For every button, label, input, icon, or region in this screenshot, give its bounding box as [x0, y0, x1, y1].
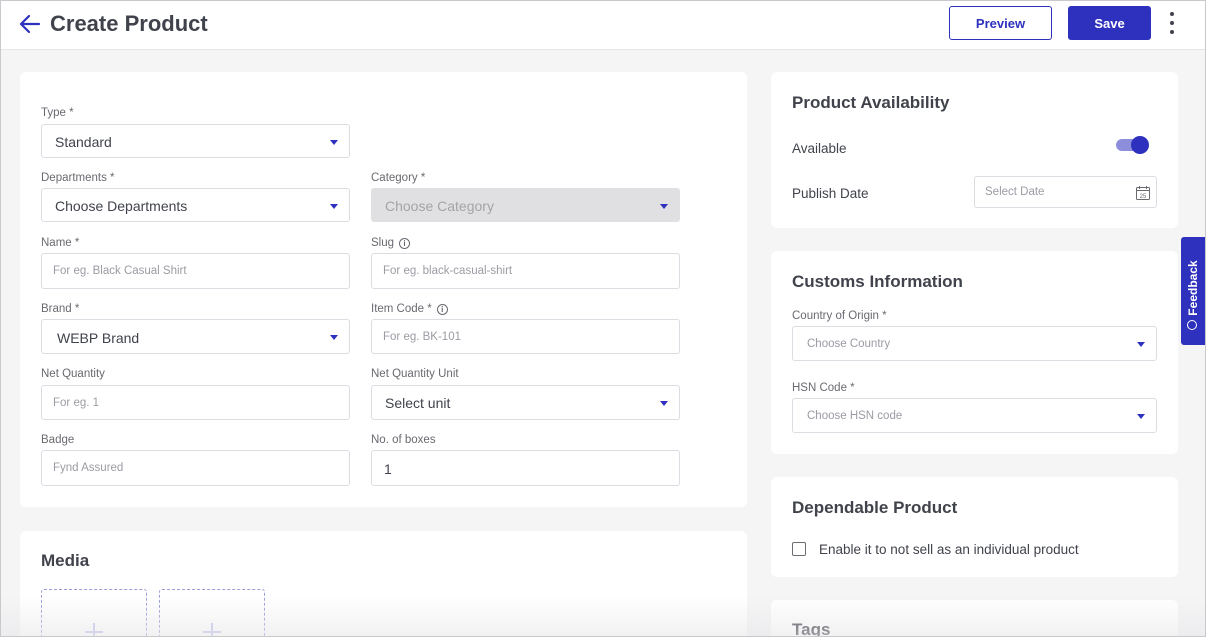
brand-select-value: WEBP Brand [57, 330, 140, 346]
publish-date-label: Publish Date [792, 186, 869, 201]
header-bar: Create Product Preview Save [1, 1, 1205, 50]
tags-card [771, 600, 1178, 636]
item-code-label-text: Item Code * [371, 303, 432, 315]
chevron-down-icon [330, 204, 338, 209]
media-upload-tile[interactable] [41, 589, 147, 636]
page-frame: Create Product Preview Save Type * Stand… [0, 0, 1206, 637]
more-options-icon[interactable] [1166, 12, 1178, 34]
brand-label: Brand * [41, 303, 80, 315]
customs-title: Customs Information [792, 272, 963, 291]
plus-icon [85, 623, 103, 636]
media-title: Media [41, 551, 90, 570]
slug-input[interactable]: For eg. black-casual-shirt [371, 253, 680, 289]
name-input[interactable]: For eg. Black Casual Shirt [41, 253, 350, 289]
chevron-down-icon [1137, 342, 1145, 347]
type-label: Type * [41, 107, 74, 119]
tags-title: Tags [792, 620, 831, 637]
departments-select[interactable]: Choose Departments [41, 188, 350, 222]
boxes-input[interactable]: 1 [371, 450, 680, 486]
feedback-tab[interactable]: Feedback [1181, 237, 1205, 345]
chevron-down-icon [330, 335, 338, 340]
badge-input-placeholder: Fynd Assured [53, 462, 124, 474]
plus-icon [203, 623, 221, 636]
badge-label: Badge [41, 434, 75, 446]
available-toggle[interactable] [1116, 136, 1149, 154]
item-code-input[interactable]: For eg. BK-101 [371, 319, 680, 354]
departments-select-value: Choose Departments [55, 198, 188, 214]
lightbulb-icon [1187, 320, 1197, 330]
category-select: Choose Category [371, 188, 680, 222]
net-quantity-unit-value: Select unit [385, 395, 451, 411]
boxes-input-value: 1 [384, 461, 392, 477]
chevron-down-icon [660, 401, 668, 406]
brand-select[interactable]: WEBP Brand [41, 319, 350, 354]
category-label: Category * [371, 172, 426, 184]
feedback-label: Feedback [1186, 260, 1200, 316]
publish-date-placeholder: Select Date [985, 186, 1045, 198]
back-arrow-icon[interactable] [17, 11, 43, 37]
badge-input[interactable]: Fynd Assured [41, 450, 350, 486]
available-label: Available [792, 141, 847, 156]
info-icon[interactable]: i [399, 238, 411, 249]
calendar-day: 25 [1140, 194, 1147, 200]
item-code-label: Item Code * i [371, 303, 448, 315]
country-placeholder: Choose Country [807, 338, 891, 350]
net-quantity-input-placeholder: For eg. 1 [53, 397, 100, 409]
calendar-icon[interactable]: 25 [1135, 185, 1151, 201]
country-label: Country of Origin * [792, 310, 887, 322]
country-select[interactable]: Choose Country [792, 326, 1157, 361]
page-title: Create Product [50, 11, 208, 36]
type-select-value: Standard [55, 134, 112, 150]
individual-sale-checkbox[interactable] [792, 542, 806, 556]
name-label: Name * [41, 237, 80, 249]
net-quantity-unit-select[interactable]: Select unit [371, 385, 680, 420]
departments-label: Departments * [41, 172, 115, 184]
net-quantity-unit-label: Net Quantity Unit [371, 368, 459, 380]
dependable-card [771, 477, 1178, 577]
toggle-knob [1131, 136, 1149, 154]
type-select[interactable]: Standard [41, 124, 350, 158]
net-quantity-label: Net Quantity [41, 368, 105, 380]
hsn-label: HSN Code * [792, 382, 855, 394]
dependable-title: Dependable Product [792, 498, 958, 517]
category-select-value: Choose Category [385, 198, 494, 214]
slug-label-text: Slug [371, 237, 395, 249]
name-input-placeholder: For eg. Black Casual Shirt [53, 265, 187, 277]
chevron-down-icon [660, 204, 668, 209]
publish-date-input[interactable]: Select Date 25 [974, 176, 1157, 208]
availability-title: Product Availability [792, 93, 950, 112]
individual-sale-label: Enable it to not sell as an individual p… [819, 542, 1079, 557]
save-button[interactable]: Save [1068, 6, 1151, 40]
chevron-down-icon [1137, 414, 1145, 419]
item-code-input-placeholder: For eg. BK-101 [383, 331, 461, 343]
slug-input-placeholder: For eg. black-casual-shirt [383, 265, 513, 277]
hsn-placeholder: Choose HSN code [807, 410, 903, 422]
hsn-select[interactable]: Choose HSN code [792, 398, 1157, 433]
boxes-label: No. of boxes [371, 434, 436, 446]
slug-label: Slug i [371, 237, 411, 249]
preview-button[interactable]: Preview [949, 6, 1052, 40]
net-quantity-input[interactable]: For eg. 1 [41, 385, 350, 420]
media-upload-tile[interactable] [159, 589, 265, 636]
info-icon[interactable]: i [436, 304, 448, 315]
chevron-down-icon [330, 140, 338, 145]
